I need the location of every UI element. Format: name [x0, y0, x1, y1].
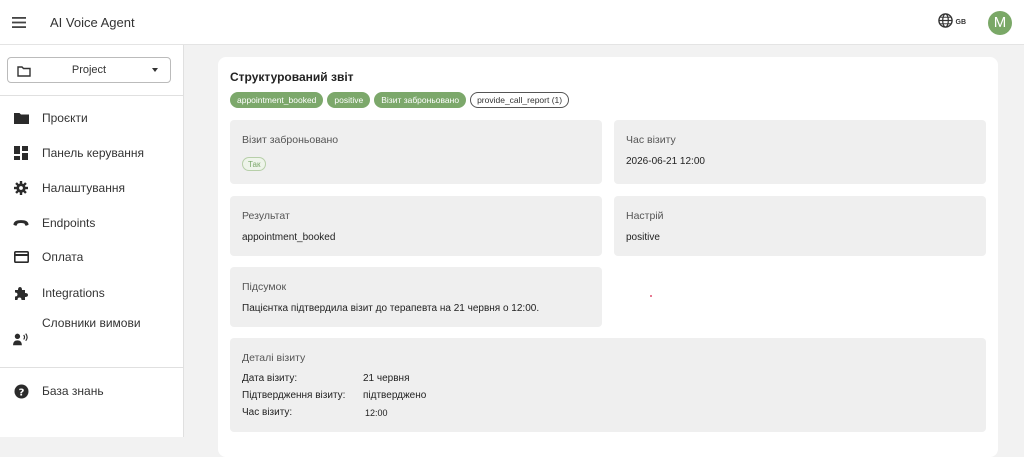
visit-details-panel: Деталі візиту Дата візиту: 21 червня Під… [230, 338, 986, 432]
detail-key: Дата візиту: [242, 373, 298, 384]
sidebar-item-label: Оплата [42, 250, 84, 264]
sidebar-item-endpoints[interactable]: Endpoints [0, 208, 183, 238]
sidebar-item-label: Словники вимови [42, 316, 141, 330]
dashboard-icon [13, 145, 29, 161]
sidebar-item-integrations[interactable]: Integrations [0, 278, 183, 308]
language-selector[interactable]: GB [937, 12, 967, 33]
sidebar-item-label: Проєкти [42, 111, 88, 125]
app-title: AI Voice Agent [50, 14, 135, 30]
gear-icon [13, 180, 29, 196]
field-label: Результат [242, 210, 290, 222]
field-mood: Настрій positive [614, 196, 986, 256]
folder-icon [13, 110, 29, 126]
detail-key: Підтвердження візиту: [242, 390, 346, 401]
phone-icon [13, 215, 29, 231]
sidebar-item-label: Integrations [42, 286, 105, 300]
detail-value: підтверджено [363, 390, 427, 401]
credit-card-icon [13, 249, 29, 265]
sidebar-item-payment[interactable]: Оплата [0, 242, 183, 272]
field-label: Підсумок [242, 281, 287, 293]
language-code: GB [955, 19, 967, 26]
project-select[interactable]: Project [7, 57, 171, 83]
project-select-value: Project [71, 64, 107, 76]
field-label: Деталі візиту [242, 352, 306, 364]
sidebar: Project Проєкти Панель керування Налашту… [0, 45, 184, 437]
report-title: Структурований звіт [230, 70, 354, 84]
cursor-dot [650, 295, 652, 297]
yes-badge: Так [242, 157, 267, 171]
svg-text:?: ? [18, 387, 24, 398]
sidebar-item-knowledge-base[interactable]: ? База знань [0, 376, 183, 406]
sidebar-item-label: Налаштування [42, 181, 125, 195]
detail-key: Час візиту: [242, 407, 293, 418]
globe-icon [937, 12, 953, 33]
user-avatar[interactable]: M [988, 10, 1012, 35]
field-label: Час візиту [626, 134, 676, 146]
hamburger-menu-icon[interactable] [1, 0, 37, 45]
structured-report-card: Структурований звіт appointment_booked p… [218, 57, 998, 457]
field-summary: Підсумок Пацієнтка підтвердила візит до … [230, 267, 602, 327]
sidebar-item-label: База знань [42, 384, 104, 398]
detail-value: 12:00 [365, 408, 388, 418]
tag-chip[interactable]: appointment_booked [230, 92, 324, 108]
field-visit-booked: Візит заброньовано Так [230, 120, 602, 184]
speaking-person-icon [13, 331, 29, 347]
tag-chip-outline[interactable]: provide_call_report (1) [470, 92, 570, 108]
detail-value: 21 червня [363, 373, 410, 384]
tag-chip[interactable]: positive [327, 92, 371, 108]
field-value: Пацієнтка підтвердила візит до терапевта… [242, 303, 540, 314]
field-label: Настрій [626, 210, 664, 222]
sidebar-item-pronunciation[interactable]: Словники вимови [0, 313, 183, 346]
puzzle-icon [13, 285, 29, 301]
field-visit-time: Час візиту 2026-06-21 12:00 [614, 120, 986, 184]
chevron-down-icon [152, 68, 158, 72]
sidebar-item-label: Панель керування [42, 146, 145, 160]
report-tags: appointment_booked positive Візит заброн… [230, 92, 573, 108]
sidebar-divider [0, 367, 183, 368]
field-value: appointment_booked [242, 232, 336, 243]
tag-chip[interactable]: Візит заброньовано [374, 92, 467, 108]
field-result: Результат appointment_booked [230, 196, 602, 256]
field-value: 2026-06-21 12:00 [626, 156, 705, 167]
sidebar-item-settings[interactable]: Налаштування [0, 173, 183, 203]
field-value: positive [626, 232, 660, 243]
field-label: Візит заброньовано [242, 134, 339, 146]
top-app-bar: AI Voice Agent GB M [0, 0, 1024, 45]
sidebar-item-label: Endpoints [42, 216, 96, 230]
sidebar-item-dashboard[interactable]: Панель керування [0, 138, 183, 168]
sidebar-item-projects[interactable]: Проєкти [0, 103, 183, 133]
help-icon: ? [13, 383, 29, 399]
sidebar-divider [0, 95, 183, 96]
